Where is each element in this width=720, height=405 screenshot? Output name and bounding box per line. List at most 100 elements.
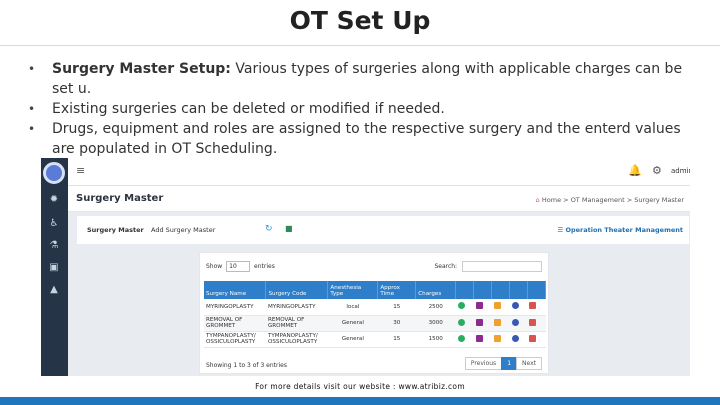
website-caption: For more details visit our website : www…	[255, 382, 465, 391]
column-header[interactable]	[455, 281, 475, 299]
document-icon[interactable]	[493, 302, 501, 310]
cell-surgery-code: REMOVAL OF GROMMET	[265, 315, 328, 332]
page-header: Surgery Master ⌂ Home > OT Management > …	[68, 186, 690, 212]
pager-previous[interactable]: Previous	[464, 357, 503, 370]
cell-surgery-name: TYMPANOPLASTY/ OSSICULOPLASTY	[204, 331, 266, 348]
bullet-item: • Surgery Master Setup: Various types of…	[28, 59, 700, 99]
user-avatar-icon[interactable]: ⚙	[652, 164, 662, 177]
slide-title: OT Set Up	[289, 6, 431, 35]
column-header[interactable]: Approx Time	[377, 281, 417, 299]
page-length-select[interactable]: 10	[226, 261, 251, 272]
cell-anesthesia: General	[327, 331, 378, 348]
users-icon[interactable]	[511, 318, 519, 326]
column-header[interactable]: Surgery Name	[204, 281, 267, 299]
bell-icon[interactable]: 🔔	[628, 164, 642, 177]
trash-icon[interactable]	[529, 334, 537, 342]
table-row: MYRINGOPLASTY MYRINGOPLASTY local 15 250…	[204, 299, 546, 316]
search-control: Search:	[434, 261, 542, 272]
roles-action[interactable]	[509, 331, 528, 348]
bullet-text: Drugs, equipment and roles are assigned …	[52, 121, 681, 157]
bullet-dot: •	[28, 102, 36, 116]
breadcrumb-current: Surgery Master	[634, 196, 684, 204]
column-header[interactable]: Anesthesia Type	[327, 281, 379, 299]
page-title: Surgery Master	[76, 193, 164, 204]
view-icon[interactable]	[457, 334, 465, 342]
search-label: Search:	[434, 263, 458, 270]
bullet-dot: •	[28, 122, 36, 136]
ot-management-link[interactable]: ☰ Operation Theater Management	[557, 226, 683, 234]
column-header[interactable]	[527, 281, 547, 299]
refresh-icon[interactable]: ↻	[265, 224, 273, 234]
tab-add-surgery-master[interactable]: Add Surgery Master	[151, 226, 215, 234]
roles-action[interactable]	[509, 315, 528, 332]
cell-surgery-code: MYRINGOPLASTY	[265, 299, 328, 316]
cell-surgery-name: MYRINGOPLASTY	[204, 299, 266, 316]
tab-row: Surgery Master Add Surgery Master ↻ ■ ☰ …	[77, 216, 689, 244]
user-name[interactable]: admin	[671, 167, 690, 175]
wheelchair-icon[interactable]: ♿	[48, 218, 60, 230]
drugs-action[interactable]	[473, 331, 492, 348]
drugs-action[interactable]	[473, 315, 492, 332]
slide: OT Set Up • Surgery Master Setup: Variou…	[0, 0, 720, 405]
bullet-bold-label: Surgery Master Setup:	[52, 61, 231, 77]
cell-charges: 3000	[415, 315, 456, 332]
cell-time: 15	[377, 331, 416, 348]
equipment-action[interactable]	[491, 315, 510, 332]
delete-action[interactable]	[527, 299, 546, 316]
bullet-list: • Surgery Master Setup: Various types of…	[28, 59, 700, 159]
home-icon[interactable]: ⌂	[536, 196, 540, 204]
document-icon[interactable]	[493, 334, 501, 342]
entries-label: entries	[254, 263, 275, 270]
column-header[interactable]	[491, 281, 511, 299]
column-header[interactable]	[509, 281, 528, 299]
view-action[interactable]	[455, 331, 474, 348]
top-bar: ≡ 🔔 ⚙ admin ⋖	[68, 158, 690, 186]
lock-icon[interactable]: ▲	[48, 284, 60, 296]
column-header[interactable]	[473, 281, 493, 299]
equipment-action[interactable]	[491, 299, 510, 316]
trash-icon[interactable]	[529, 302, 537, 310]
page-length-control: Show 10 entries	[206, 261, 275, 272]
users-icon[interactable]	[511, 334, 519, 342]
trash-icon[interactable]	[529, 318, 537, 326]
users-icon[interactable]	[511, 302, 519, 310]
document-icon[interactable]	[493, 318, 501, 326]
flask-icon[interactable]: ⚗	[48, 240, 60, 252]
table-row: REMOVAL OF GROMMET REMOVAL OF GROMMET Ge…	[204, 315, 546, 332]
search-input[interactable]	[462, 261, 542, 272]
save-icon[interactable]: ■	[285, 224, 293, 233]
roles-action[interactable]	[509, 299, 528, 316]
medkit-icon[interactable]	[475, 318, 483, 326]
cell-charges: 2500	[415, 299, 456, 316]
title-divider	[0, 45, 720, 46]
drugs-action[interactable]	[473, 299, 492, 316]
view-action[interactable]	[455, 315, 474, 332]
menu-icon[interactable]: ≡	[76, 164, 85, 177]
column-header[interactable]: Charges	[415, 281, 457, 299]
delete-action[interactable]	[527, 315, 546, 332]
column-header[interactable]: Surgery Code	[265, 281, 329, 299]
gear-icon[interactable]: ✹	[48, 194, 60, 206]
table-header-row: Surgery Name Surgery Code Anesthesia Typ…	[204, 281, 547, 299]
medkit-icon[interactable]	[475, 334, 483, 342]
view-icon[interactable]	[457, 302, 465, 310]
id-card-icon[interactable]: ▣	[48, 262, 60, 274]
cell-charges: 1500	[415, 331, 456, 348]
table-row: TYMPANOPLASTY/ OSSICULOPLASTY TYMPANOPLA…	[204, 331, 546, 348]
medkit-icon[interactable]	[475, 302, 483, 310]
breadcrumb-ot-management[interactable]: OT Management	[571, 196, 625, 204]
pager-next[interactable]: Next	[516, 357, 542, 370]
cell-time: 15	[377, 299, 416, 316]
bullet-dot: •	[28, 62, 36, 76]
tab-surgery-master[interactable]: Surgery Master	[87, 226, 144, 234]
delete-action[interactable]	[527, 331, 546, 348]
app-logo	[43, 162, 65, 184]
view-icon[interactable]	[457, 318, 465, 326]
pager-page[interactable]: 1	[501, 357, 518, 370]
show-label: Show	[206, 263, 223, 270]
equipment-action[interactable]	[491, 331, 510, 348]
view-action[interactable]	[455, 299, 474, 316]
breadcrumb-separator: >	[626, 196, 633, 204]
breadcrumb-home[interactable]: Home	[542, 196, 561, 204]
footer-bar	[0, 397, 720, 405]
